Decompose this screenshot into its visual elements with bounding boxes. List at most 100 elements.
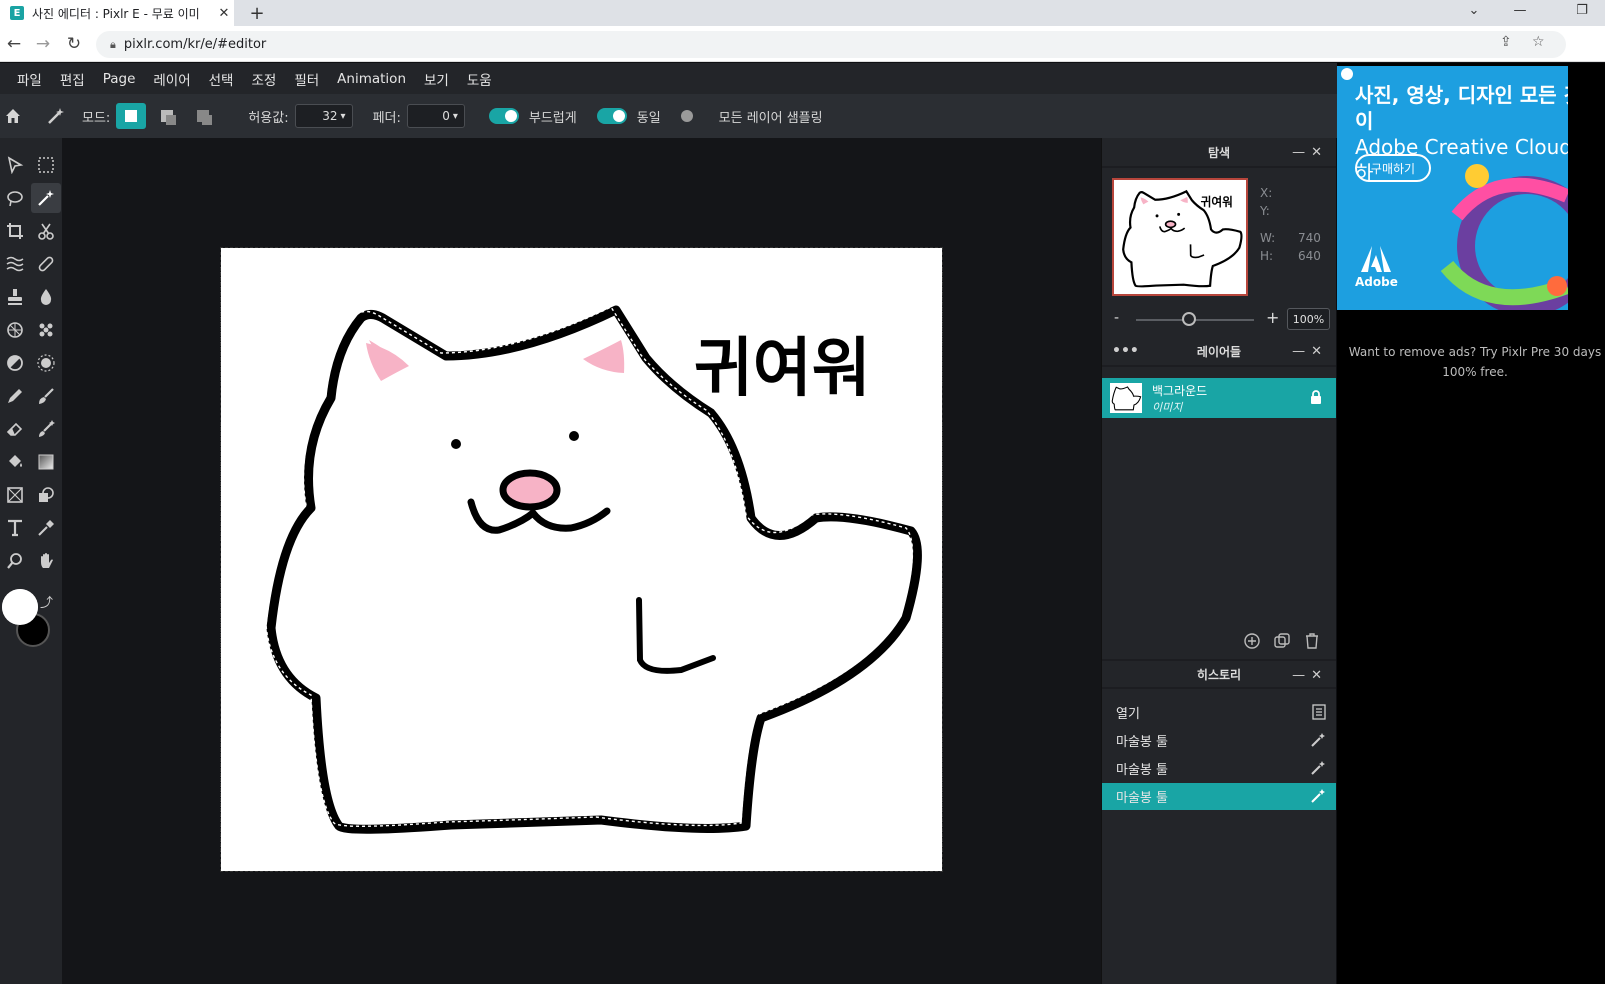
zoom-slider-handle[interactable]: [1182, 312, 1197, 326]
heal-bandage-icon[interactable]: [31, 249, 61, 279]
tolerance-dropdown[interactable]: 32: [294, 104, 353, 128]
pencil-tool-icon[interactable]: [0, 381, 30, 411]
eyedropper-icon[interactable]: [31, 513, 61, 543]
bookmark-star-icon[interactable]: ☆: [1532, 34, 1545, 50]
sponge-grid-icon[interactable]: [0, 315, 30, 345]
remove-ads-note[interactable]: Want to remove ads? Try Pixlr Pre 30 day…: [1345, 342, 1605, 382]
layer-name: 백그라운드: [1152, 383, 1208, 398]
width-label: W:: [1260, 231, 1276, 245]
shape-tool-icon[interactable]: [31, 480, 61, 510]
restore-window-button[interactable]: ❐: [1570, 0, 1594, 20]
menu-page[interactable]: Page: [94, 71, 145, 87]
new-tab-button[interactable]: +: [246, 0, 268, 26]
swap-colors-icon[interactable]: ⤴: [40, 592, 53, 611]
navigator-thumbnail[interactable]: 귀여워: [1112, 178, 1248, 296]
navigator-panel-controls[interactable]: —✕: [1292, 145, 1328, 160]
history-item-label: 열기: [1116, 707, 1140, 722]
magic-wand-tool-icon[interactable]: [31, 183, 61, 213]
dodge-burn-icon[interactable]: [0, 348, 30, 378]
document-icon: [1312, 704, 1326, 724]
back-arrow-icon[interactable]: ←: [2, 32, 26, 56]
image-canvas[interactable]: 귀여워: [220, 247, 943, 872]
layer-row-background[interactable]: 백그라운드 이미지: [1102, 378, 1336, 418]
lasso-tool-icon[interactable]: [0, 183, 30, 213]
menu-view[interactable]: 보기: [415, 69, 458, 89]
history-header[interactable]: 히스토리 —✕: [1102, 659, 1336, 689]
menu-file[interactable]: 파일: [8, 69, 51, 89]
color-replace-dots-icon[interactable]: [31, 315, 61, 345]
navigator-preview-text: 귀여워: [1201, 195, 1233, 209]
mode-subtract-selection-button[interactable]: [188, 103, 218, 129]
sharpen-sun-icon[interactable]: [31, 348, 61, 378]
x-coord-label: X:: [1260, 186, 1273, 200]
browser-tab[interactable]: E 사진 에디터 : Pixlr E - 무료 이미 ✕: [0, 0, 234, 26]
tab-close-icon[interactable]: ✕: [214, 6, 234, 21]
menu-select[interactable]: 선택: [200, 69, 243, 89]
minimize-icon: —: [1292, 668, 1312, 683]
crop-tool-icon[interactable]: [0, 216, 30, 246]
eraser-tool-icon[interactable]: [0, 414, 30, 444]
history-item-label: 마술봉 툴: [1116, 791, 1168, 806]
arrange-tool-icon[interactable]: [0, 150, 30, 180]
cutout-scissors-icon[interactable]: [31, 216, 61, 246]
delete-layer-trash-icon[interactable]: [1304, 633, 1320, 653]
navigator-header[interactable]: 탐색 —✕: [1102, 138, 1336, 168]
layers-title: 레이어들: [1196, 344, 1242, 359]
share-icon[interactable]: ⇪: [1500, 34, 1512, 50]
history-item-magic-wand-3[interactable]: 마술봉 툴: [1102, 783, 1336, 810]
zoom-percent-field[interactable]: 100%: [1287, 308, 1330, 330]
tab-search-icon[interactable]: ⌄: [1462, 0, 1486, 20]
history-item-magic-wand-1[interactable]: 마술봉 툴: [1102, 727, 1336, 754]
reload-icon[interactable]: ↻: [62, 32, 86, 56]
sample-all-layers-toggle[interactable]: [680, 108, 703, 124]
brush-tool-icon[interactable]: [31, 381, 61, 411]
primary-color-swatch-front[interactable]: [2, 589, 38, 625]
layers-panel-controls[interactable]: —✕: [1292, 344, 1328, 359]
hand-pan-icon[interactable]: [31, 546, 61, 576]
add-layer-icon[interactable]: [1244, 633, 1260, 653]
smart-brush-icon[interactable]: [31, 414, 61, 444]
history-item-magic-wand-2[interactable]: 마술봉 툴: [1102, 755, 1336, 782]
magic-wand-icon: [1310, 760, 1326, 780]
forward-arrow-icon[interactable]: →: [31, 32, 55, 56]
magic-wand-icon: [46, 106, 66, 126]
blur-drop-icon[interactable]: [31, 282, 61, 312]
y-coord-label: Y:: [1260, 204, 1270, 218]
liquify-tool-icon[interactable]: [0, 249, 30, 279]
contiguous-toggle[interactable]: [596, 108, 627, 124]
menu-edit[interactable]: 편집: [51, 69, 94, 89]
menu-animation[interactable]: Animation: [328, 71, 415, 87]
close-icon: ✕: [1311, 344, 1328, 359]
mode-add-selection-button[interactable]: [152, 103, 182, 129]
adobe-logo-icon: [1361, 246, 1392, 272]
history-panel-controls[interactable]: —✕: [1292, 668, 1328, 683]
duplicate-layer-icon[interactable]: [1274, 633, 1290, 653]
marquee-tool-icon[interactable]: [31, 150, 61, 180]
menu-help[interactable]: 도움: [458, 69, 501, 89]
zoom-magnifier-icon[interactable]: [0, 546, 30, 576]
history-item-open[interactable]: 열기: [1102, 699, 1336, 726]
gradient-tool-icon[interactable]: [31, 447, 61, 477]
paint-bucket-icon[interactable]: [0, 447, 30, 477]
layers-header[interactable]: ••• 레이어들 —✕: [1102, 337, 1336, 367]
zoom-out-button[interactable]: -: [1114, 310, 1119, 326]
text-tool-icon[interactable]: [0, 513, 30, 543]
clone-stamp-icon[interactable]: [0, 282, 30, 312]
placeholder-frame-icon[interactable]: [0, 480, 30, 510]
smooth-toggle[interactable]: [488, 108, 519, 124]
ad-banner[interactable]: 사진, 영상, 디자인 모든 것이 Adobe Creative Cloud 하…: [1337, 66, 1568, 310]
menu-layer[interactable]: 레이어: [144, 69, 199, 89]
minimize-window-button[interactable]: —: [1508, 0, 1532, 20]
menu-adjust[interactable]: 조정: [242, 69, 285, 89]
url-text: pixlr.com/kr/e/#editor: [123, 37, 267, 52]
url-field[interactable]: 🔒︎ pixlr.com/kr/e/#editor: [96, 31, 1566, 58]
mode-new-selection-button[interactable]: [116, 103, 147, 129]
feather-dropdown[interactable]: 0: [406, 104, 465, 128]
app-menubar: 파일 편집 Page 레이어 선택 조정 필터 Animation 보기 도움: [0, 63, 1337, 94]
zoom-in-button[interactable]: +: [1266, 308, 1279, 327]
home-icon[interactable]: [4, 107, 24, 125]
layer-lock-icon[interactable]: [1310, 389, 1322, 408]
more-options-icon[interactable]: •••: [1112, 343, 1139, 359]
ad-choices-icon[interactable]: [1341, 68, 1353, 80]
menu-filter[interactable]: 필터: [285, 69, 328, 89]
